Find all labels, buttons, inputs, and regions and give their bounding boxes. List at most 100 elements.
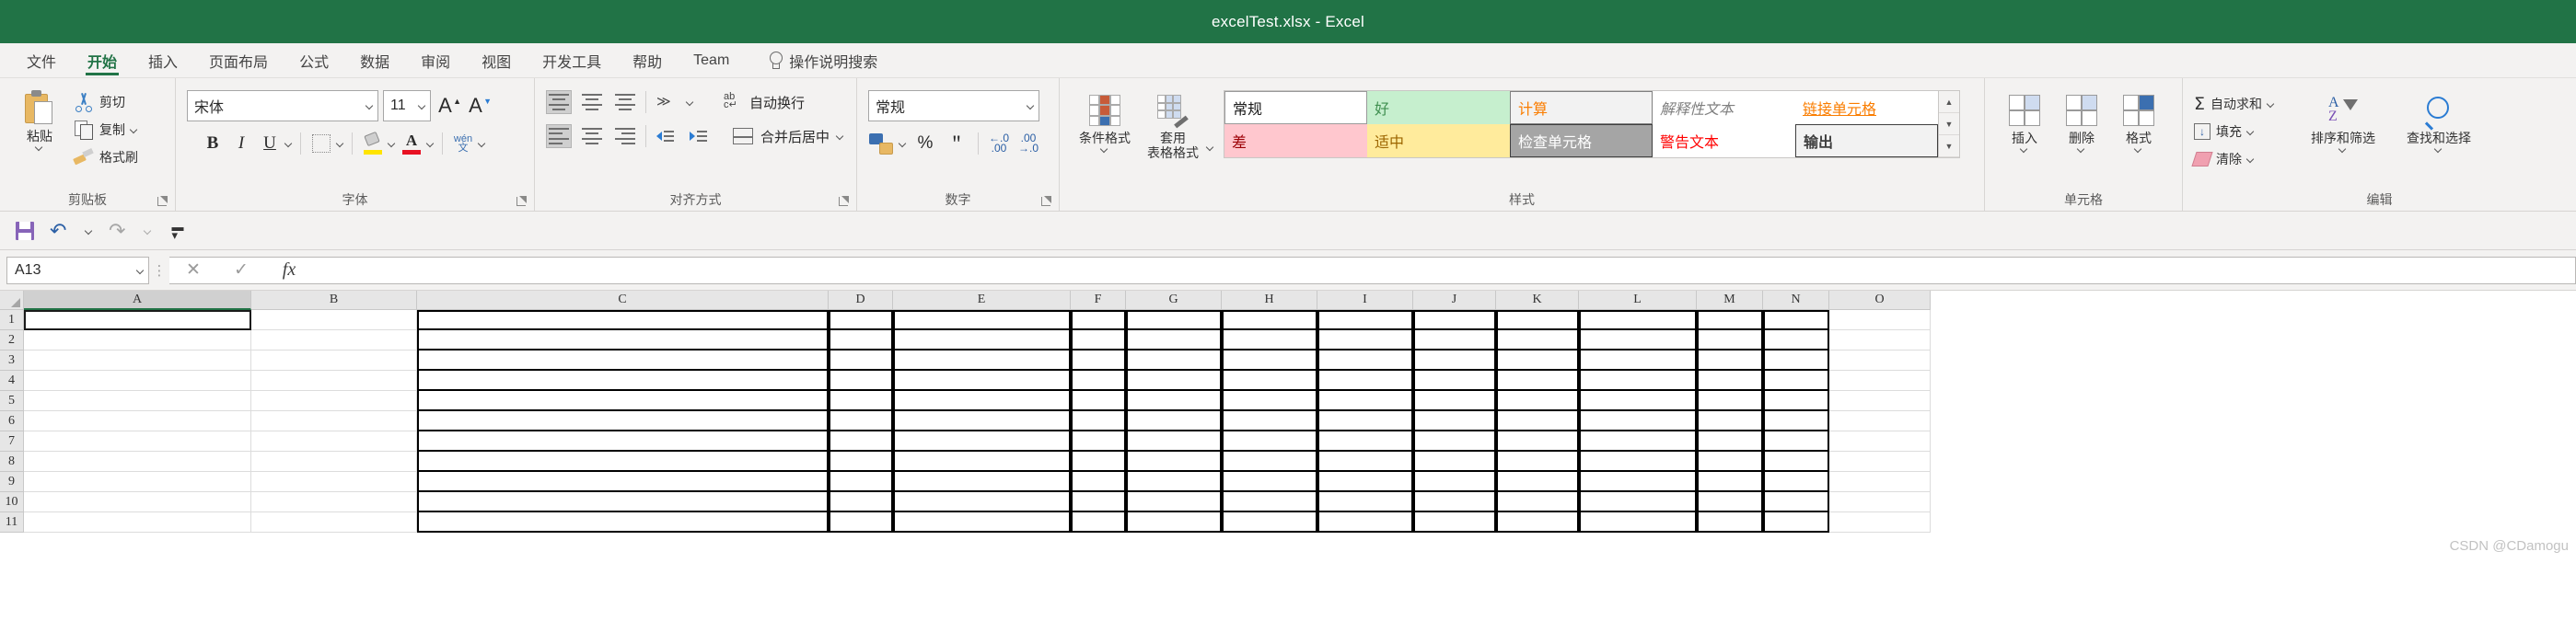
redo-button[interactable]: ↷: [103, 217, 134, 245]
paste-button[interactable]: 粘贴: [11, 86, 68, 151]
worksheet-grid[interactable]: ABCDEFGHIJKLMNO 1 2 3 4 5 6 7 8 9 10 11 CSDN @CDam…: [0, 291, 2576, 557]
grid-cell-F8[interactable]: [1071, 452, 1126, 472]
insert-cells-button[interactable]: 插入: [1996, 88, 2053, 153]
column-header-M[interactable]: M: [1697, 291, 1763, 310]
decrease-indent-button[interactable]: [654, 124, 679, 148]
grid-cell-N9[interactable]: [1763, 472, 1829, 492]
font-color-button[interactable]: A: [399, 132, 424, 155]
conditional-formatting-button[interactable]: 条件格式: [1071, 88, 1139, 153]
format-as-table-button[interactable]: 套用 表格格式: [1139, 88, 1207, 160]
grid-cell-H2[interactable]: [1222, 330, 1317, 350]
wrap-text-button[interactable]: ab c↵ 自动换行: [724, 92, 805, 112]
grid-cell-J1[interactable]: [1413, 310, 1496, 330]
gallery-scroll-down-icon[interactable]: ▼: [1939, 113, 1959, 135]
grid-cell-M10[interactable]: [1697, 492, 1763, 512]
align-right-button[interactable]: [612, 124, 638, 148]
grid-cell-C6[interactable]: [417, 411, 829, 431]
phonetic-guide-button[interactable]: wén 文: [450, 132, 476, 155]
grid-cell-I10[interactable]: [1317, 492, 1413, 512]
cell-style-item[interactable]: 输出: [1795, 124, 1938, 157]
grid-cell-L4[interactable]: [1579, 371, 1697, 391]
grid-cell-F6[interactable]: [1071, 411, 1126, 431]
grid-cell-K1[interactable]: [1496, 310, 1579, 330]
grid-cell-C7[interactable]: [417, 431, 829, 452]
grid-cell-F11[interactable]: [1071, 512, 1126, 533]
grid-cell-K11[interactable]: [1496, 512, 1579, 533]
ribbon-tab-3[interactable]: 页面布局: [193, 43, 284, 77]
grid-cell-O9[interactable]: [1829, 472, 1931, 492]
grid-cell-C2[interactable]: [417, 330, 829, 350]
grid-cell-K7[interactable]: [1496, 431, 1579, 452]
grid-cell-I5[interactable]: [1317, 391, 1413, 411]
grid-cell-F5[interactable]: [1071, 391, 1126, 411]
borders-chevron-down-icon[interactable]: [337, 140, 344, 147]
undo-dropdown[interactable]: [79, 217, 99, 245]
ribbon-tab-10[interactable]: Team: [678, 43, 745, 77]
column-header-K[interactable]: K: [1496, 291, 1579, 310]
grid-cell-O7[interactable]: [1829, 431, 1931, 452]
column-header-J[interactable]: J: [1413, 291, 1496, 310]
insert-cells-chevron-down-icon[interactable]: [2021, 145, 2028, 153]
grid-cell-A11[interactable]: [24, 512, 251, 533]
clear-button[interactable]: 清除: [2191, 145, 2275, 173]
grid-cell-B11[interactable]: [251, 512, 417, 533]
font-dialog-launcher-icon[interactable]: [516, 196, 527, 207]
grid-cell-H6[interactable]: [1222, 411, 1317, 431]
grid-cell-H3[interactable]: [1222, 350, 1317, 371]
format-cells-chevron-down-icon[interactable]: [2135, 145, 2142, 153]
grid-cell-B9[interactable]: [251, 472, 417, 492]
column-header-O[interactable]: O: [1829, 291, 1931, 310]
decrease-decimal-button[interactable]: .00 →.0: [1016, 132, 1040, 154]
grid-cell-I11[interactable]: [1317, 512, 1413, 533]
fill-button[interactable]: ↓ 填充: [2194, 118, 2275, 145]
accounting-format-button[interactable]: [868, 132, 894, 155]
column-header-B[interactable]: B: [251, 291, 417, 310]
column-header-N[interactable]: N: [1763, 291, 1829, 310]
grid-cell-J2[interactable]: [1413, 330, 1496, 350]
sort-filter-button[interactable]: AZ 排序和筛选: [2295, 88, 2391, 153]
customize-qat-button[interactable]: ▬ ▾: [162, 217, 193, 245]
row-header-6[interactable]: 6: [0, 411, 24, 431]
grid-cell-H11[interactable]: [1222, 512, 1317, 533]
grid-cell-C3[interactable]: [417, 350, 829, 371]
grid-cell-O10[interactable]: [1829, 492, 1931, 512]
grid-cell-M5[interactable]: [1697, 391, 1763, 411]
merge-center-chevron-down-icon[interactable]: [837, 132, 844, 140]
grid-cell-B2[interactable]: [251, 330, 417, 350]
grid-cell-A1[interactable]: [24, 310, 251, 330]
grid-cell-A9[interactable]: [24, 472, 251, 492]
name-box[interactable]: A13: [6, 256, 149, 284]
ribbon-tab-7[interactable]: 视图: [466, 43, 527, 77]
grid-cell-F2[interactable]: [1071, 330, 1126, 350]
borders-button[interactable]: [308, 132, 334, 155]
grid-cell-G9[interactable]: [1126, 472, 1222, 492]
grid-cell-G2[interactable]: [1126, 330, 1222, 350]
grid-cell-N10[interactable]: [1763, 492, 1829, 512]
grid-cell-M8[interactable]: [1697, 452, 1763, 472]
grid-cell-A3[interactable]: [24, 350, 251, 371]
grid-cell-C9[interactable]: [417, 472, 829, 492]
grid-cell-G6[interactable]: [1126, 411, 1222, 431]
grid-cell-L2[interactable]: [1579, 330, 1697, 350]
grid-cell-L1[interactable]: [1579, 310, 1697, 330]
align-left-button[interactable]: [546, 124, 572, 148]
grid-cell-L3[interactable]: [1579, 350, 1697, 371]
grid-cell-G10[interactable]: [1126, 492, 1222, 512]
number-dialog-launcher-icon[interactable]: [1040, 196, 1051, 207]
grid-cell-A4[interactable]: [24, 371, 251, 391]
grid-cell-A6[interactable]: [24, 411, 251, 431]
cell-style-item[interactable]: 解释性文本: [1653, 91, 1795, 124]
grid-cell-M6[interactable]: [1697, 411, 1763, 431]
column-header-E[interactable]: E: [893, 291, 1071, 310]
grid-cell-G8[interactable]: [1126, 452, 1222, 472]
column-header-D[interactable]: D: [829, 291, 893, 310]
cell-style-item[interactable]: 链接单元格: [1795, 91, 1938, 124]
grid-cell-D3[interactable]: [829, 350, 893, 371]
column-header-G[interactable]: G: [1126, 291, 1222, 310]
grid-cell-B10[interactable]: [251, 492, 417, 512]
increase-decimal-button[interactable]: ←.0 .00: [987, 132, 1011, 154]
fill-color-chevron-down-icon[interactable]: [389, 140, 396, 147]
grid-cell-F9[interactable]: [1071, 472, 1126, 492]
grid-cell-K4[interactable]: [1496, 371, 1579, 391]
row-header-7[interactable]: 7: [0, 431, 24, 452]
